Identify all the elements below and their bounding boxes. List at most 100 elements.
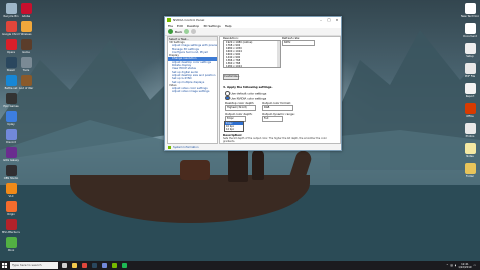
close-button[interactable]: × <box>333 18 341 22</box>
desktop-icon-obs-studio[interactable]: OBS Studio <box>2 165 20 180</box>
desktop-icon-game[interactable]: Game <box>17 39 35 54</box>
desktop-icon-label: MSI Afterburner <box>2 231 20 234</box>
desktop-icon-xbox[interactable]: Xbox <box>2 237 20 252</box>
menu-3d-settings[interactable]: 3D Settings <box>203 24 220 28</box>
game-icon <box>20 39 32 50</box>
nvidia-icon <box>111 263 117 268</box>
desktop-icon-label: Xbox <box>7 249 15 252</box>
customize-button[interactable]: Customize... <box>223 74 240 80</box>
desktop-color-depth-dropdown[interactable]: Highest (32-bit) <box>225 105 256 111</box>
taskbar-file-explorer[interactable] <box>70 262 78 269</box>
resolution-list[interactable]: 1920 x 1080 (native) 1768 x 992 1680 x 105… <box>223 40 281 68</box>
desktop-icon-notes[interactable]: Notes <box>461 143 479 158</box>
setup-icon <box>464 43 476 54</box>
desktop-icon-tools[interactable]: Tools <box>17 57 35 72</box>
menu-file[interactable]: File <box>168 24 173 28</box>
desktop-icon-setup[interactable]: Setup <box>461 43 479 58</box>
change-resolution-pane: Resolution: 1920 x 1080 (native) 1768 x 9… <box>219 36 341 144</box>
desktop-icon-label: GOG Galaxy <box>3 159 19 162</box>
desktop-icon-label: Setup <box>466 55 474 58</box>
desktop-icon-god-of-war[interactable]: God of War <box>17 75 35 90</box>
wireless-icon <box>20 21 32 32</box>
battle-net-icon <box>5 75 17 86</box>
new-text-document-icon <box>464 3 476 14</box>
desktop-icon-label: God of War <box>18 87 34 90</box>
tools-icon <box>20 57 32 68</box>
desktop-icon-origin[interactable]: Origin <box>2 201 20 216</box>
taskbar-steam[interactable] <box>90 262 98 269</box>
desktop-icon-gog-galaxy[interactable]: GOG Galaxy <box>2 147 20 162</box>
task-tree: 3D Settings Adjust image settings with pr… <box>168 41 217 94</box>
steam-icon <box>5 57 17 68</box>
desktop-icon-epic-games[interactable]: Epic Games <box>2 93 20 108</box>
status-bar: System Information <box>165 144 344 150</box>
maximize-button[interactable]: □ <box>325 18 333 22</box>
output-color-format-dropdown[interactable]: RGB <box>262 105 293 111</box>
menu-help[interactable]: Help <box>225 24 232 28</box>
desktop-icon-label: New Text Document <box>461 15 479 18</box>
chrome-icon <box>81 263 87 268</box>
desktop-icon-folder[interactable]: Folder <box>461 163 479 178</box>
desktop-icon-document[interactable]: Document <box>461 23 479 38</box>
desktop-icon-label: Folder <box>465 175 474 178</box>
output-dynamic-range-dropdown[interactable]: Full <box>262 116 283 122</box>
nvidia-control-panel-window[interactable]: NVIDIA Control Panel – □ × File Edit Des… <box>164 16 342 151</box>
desktop-icon-adobe[interactable]: Adobe <box>17 3 35 18</box>
desktop-icon-report[interactable]: Report <box>461 83 479 98</box>
desktop-icon-discord[interactable]: Discord <box>2 129 20 144</box>
discord-icon <box>101 263 107 268</box>
task-item[interactable]: Adjust video image settings <box>168 90 217 93</box>
toolbar: Back <box>165 28 341 36</box>
clock[interactable]: 12:41 1/22/2019 <box>458 263 471 269</box>
opera-icon <box>5 39 17 50</box>
vlc-icon <box>5 183 17 194</box>
resolution-list-scrollbar[interactable] <box>277 41 280 67</box>
taskbar-chrome[interactable] <box>80 262 88 269</box>
desktop-icon-uplay[interactable]: Uplay <box>2 111 20 126</box>
start-button[interactable] <box>0 261 9 270</box>
color-depth-dropdown-list[interactable]: 8 bpc 10 bpc 12 bpc <box>224 121 244 132</box>
volume-icon[interactable]: ◖ <box>455 264 456 267</box>
desktop-icon-new-text-document[interactable]: New Text Document <box>461 3 479 18</box>
home-icon[interactable] <box>191 29 197 34</box>
forward-arrow-icon[interactable] <box>184 29 190 34</box>
menu-desktop[interactable]: Desktop <box>187 24 199 28</box>
desktop-icon-label: Game <box>22 51 30 54</box>
epic-games-icon <box>5 93 17 104</box>
minimize-button[interactable]: – <box>317 18 325 22</box>
system-information-link[interactable]: System Information <box>173 146 199 149</box>
back-arrow-icon[interactable] <box>168 29 173 34</box>
office-icon <box>464 103 476 114</box>
pdf-file-icon <box>464 63 476 74</box>
taskbar-spotify[interactable] <box>120 262 128 269</box>
taskbar-search-box[interactable]: Type here to search <box>10 262 58 269</box>
discord-icon <box>5 129 17 140</box>
desktop-icon-label: Tools <box>22 69 30 72</box>
network-icon[interactable]: ▤ <box>450 264 452 267</box>
desktop-icon-label: Report <box>465 95 475 98</box>
desktop-icon-vlc[interactable]: VLC <box>2 183 20 198</box>
gog-galaxy-icon <box>5 147 17 158</box>
desktop-icon-label: Office <box>466 115 474 118</box>
desktop-icon-msi-afterburner[interactable]: MSI Afterburner <box>2 219 20 234</box>
desktop-icon-office[interactable]: Office <box>461 103 479 118</box>
description-text: Sets the bit depth of the output color. … <box>223 137 327 143</box>
taskbar-discord[interactable] <box>100 262 108 269</box>
desktop-icon-photos[interactable]: Photos <box>461 123 479 138</box>
atreus-figure <box>252 150 264 180</box>
adobe-icon <box>20 3 32 14</box>
google-chrome-icon <box>5 21 17 32</box>
desktop-icon-pdf-file[interactable]: PDF File <box>461 63 479 78</box>
report-icon <box>464 83 476 94</box>
desktop-icon-wireless[interactable]: Wireless <box>17 21 35 36</box>
system-tray: ^ ▤ ◖ 12:41 1/22/2019 ▭ <box>446 263 480 269</box>
refresh-rate-dropdown[interactable]: 60Hz <box>282 40 315 46</box>
taskbar-task-view[interactable] <box>60 262 68 269</box>
taskbar-nvidia[interactable] <box>110 262 118 269</box>
radio-nvidia-color[interactable]: Use NVIDIA color settings <box>225 95 266 100</box>
notifications-icon[interactable]: ▭ <box>474 264 476 267</box>
dropdown-option[interactable]: 12 bpc <box>225 128 243 131</box>
menu-edit[interactable]: Edit <box>177 24 183 28</box>
back-button[interactable]: Back <box>175 30 182 34</box>
chevron-up-icon[interactable]: ^ <box>446 264 448 267</box>
